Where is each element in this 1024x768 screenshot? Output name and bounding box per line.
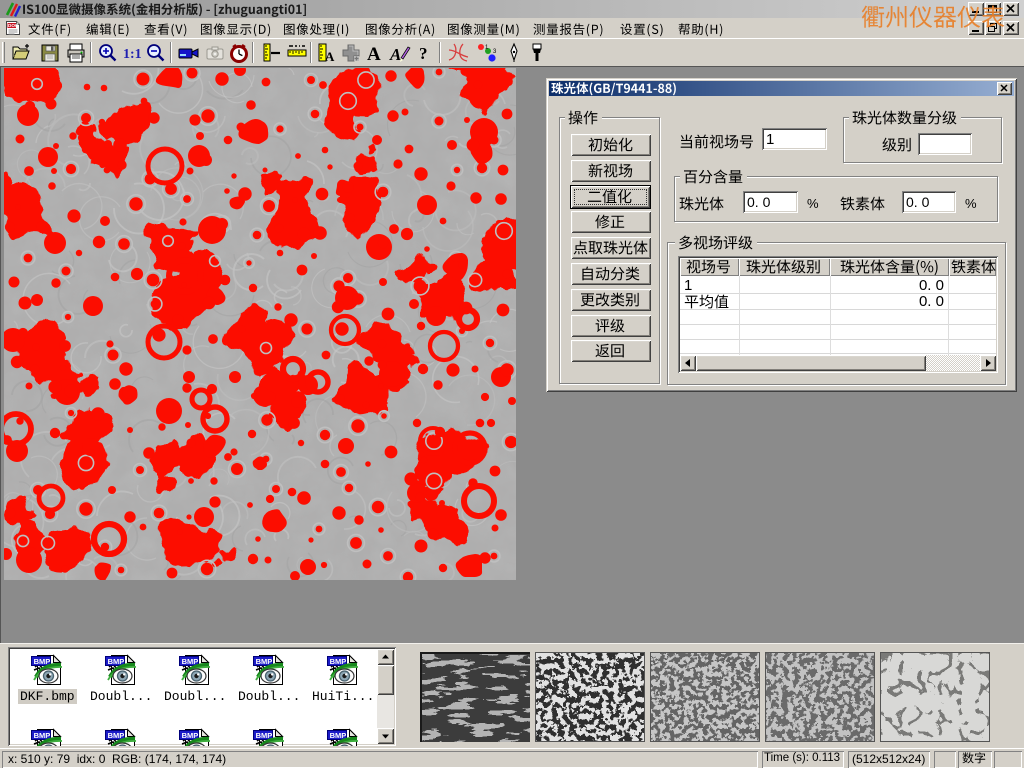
svg-text:3: 3	[493, 49, 497, 55]
svg-text:A: A	[325, 49, 335, 64]
svg-text:?: ?	[419, 44, 428, 63]
svg-text:DOC: DOC	[8, 23, 19, 28]
svg-text:1:1: 1:1	[123, 47, 142, 62]
svg-text:A: A	[367, 44, 381, 64]
svg-text:A: A	[389, 45, 401, 64]
